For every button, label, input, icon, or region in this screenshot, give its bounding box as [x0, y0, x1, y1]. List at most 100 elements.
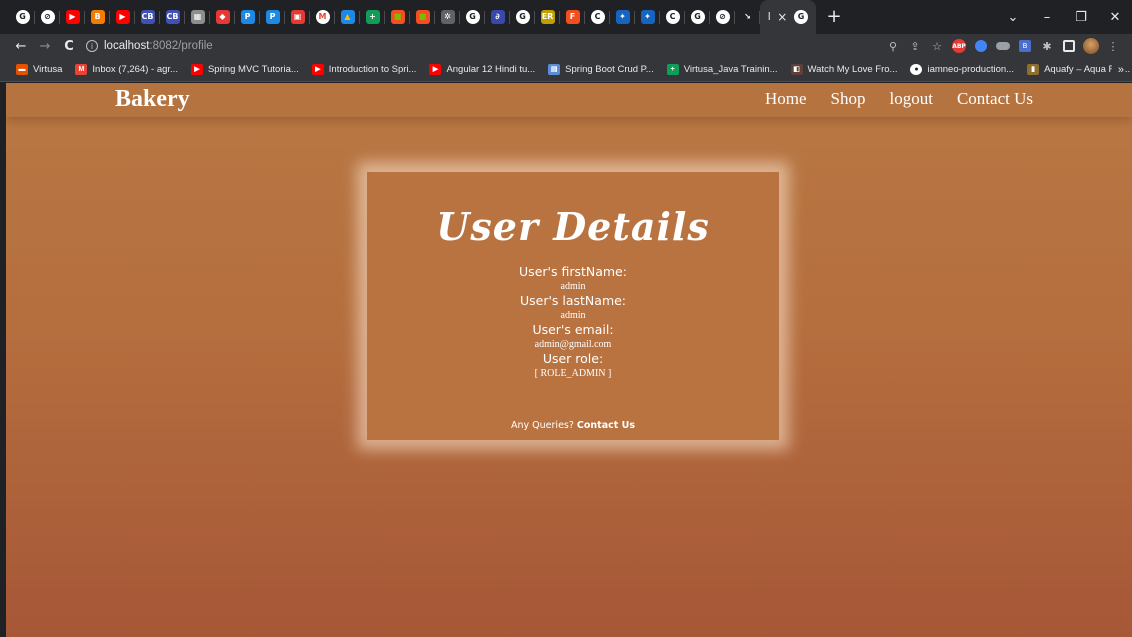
tab-favicon-icon: ▲	[340, 10, 355, 24]
browser-tab[interactable]: M	[310, 0, 335, 34]
tab-favicon-icon: P	[240, 10, 255, 24]
bookmark-item[interactable]: ▤ Spring Boot Crud P...	[548, 64, 654, 75]
bookmark-item[interactable]: ▬ Virtusa	[16, 64, 62, 75]
extension-eye-shape	[996, 42, 1010, 50]
browser-menu-icon[interactable]: ⋮	[1102, 38, 1124, 54]
browser-tab[interactable]: ■	[410, 0, 435, 34]
browser-tab[interactable]: ⊘	[35, 0, 60, 34]
browser-tab[interactable]: G	[685, 0, 710, 34]
nav-link-logout[interactable]: logout	[890, 89, 933, 109]
browser-tab[interactable]: CB	[160, 0, 185, 34]
bookmark-item[interactable]: ● iamneo-production...	[910, 64, 1014, 75]
bookmark-label: iamneo-production...	[927, 64, 1015, 75]
browser-tab[interactable]: ✦	[610, 0, 635, 34]
toolbar-right: ⚲ ⇪ ☆ ABP B ✱ ⋮	[882, 34, 1124, 58]
side-panel-icon[interactable]	[1058, 38, 1080, 54]
browser-tab[interactable]: ▣	[285, 0, 310, 34]
bookmark-item[interactable]: + Virtusa_Java Trainin...	[666, 64, 778, 75]
email-label: User's email:	[532, 322, 614, 337]
browser-tab[interactable]: G	[460, 0, 485, 34]
close-window-button[interactable]: ✕	[1098, 10, 1132, 25]
minimize-button[interactable]: –	[1030, 10, 1064, 25]
back-button[interactable]: ←	[10, 39, 32, 54]
bookmark-item[interactable]: ▶ Introduction to Spri...	[311, 64, 416, 75]
queries-line: Any Queries? Contact Us	[367, 420, 779, 431]
browser-tab[interactable]: ✦	[635, 0, 660, 34]
browser-toolbar: ← → C i localhost:8082/profile ⚲ ⇪ ☆ ABP…	[0, 34, 1132, 58]
restore-button[interactable]: ❐	[1064, 10, 1098, 25]
browser-tab[interactable]: B	[85, 0, 110, 34]
tab-favicon-icon: G	[515, 10, 530, 24]
browser-tab[interactable]: ▦	[185, 0, 210, 34]
url-path: :8082/profile	[149, 40, 213, 52]
browser-tab[interactable]: ↘	[735, 0, 760, 34]
url-text: localhost:8082/profile	[104, 40, 213, 52]
tab-favicon-icon: ↘	[740, 10, 755, 24]
reload-button[interactable]: C	[58, 39, 80, 54]
tab-favicon-icon: M	[315, 10, 330, 24]
browser-tab[interactable]: F	[560, 0, 585, 34]
nav-link-home[interactable]: Home	[765, 89, 807, 109]
browser-tab[interactable]: G	[10, 0, 35, 34]
role-label: User role:	[542, 351, 604, 366]
tab-favicon-icon: F	[565, 10, 580, 24]
browser-tab[interactable]: ER	[535, 0, 560, 34]
browser-tab[interactable]: ∂	[485, 0, 510, 34]
browser-tab[interactable]: P	[260, 0, 285, 34]
tab-favicon-icon: C	[665, 10, 680, 24]
browser-tab[interactable]: ▶	[110, 0, 135, 34]
share-icon[interactable]: ⇪	[904, 38, 926, 54]
bookmark-label: Angular 12 Hindi tu...	[446, 64, 536, 75]
active-tab[interactable]: l × G	[760, 0, 816, 34]
browser-tab[interactable]: ▶	[60, 0, 85, 34]
adblock-icon[interactable]: ABP	[948, 38, 970, 54]
tab-favicon-icon: ▶	[65, 10, 80, 24]
tab-favicon-icon: ■	[415, 10, 430, 24]
bookmark-item[interactable]: ▶ Angular 12 Hindi tu...	[429, 64, 535, 75]
tab-favicon-icon: ✦	[640, 10, 655, 24]
extension-google-icon[interactable]	[970, 38, 992, 54]
browser-tab[interactable]: C	[660, 0, 685, 34]
bookmark-item[interactable]: M Inbox (7,264) - agr...	[75, 64, 178, 75]
nav-link-shop[interactable]: Shop	[831, 89, 866, 109]
bookmark-item[interactable]: ◧ Watch My Love Fro...	[790, 64, 897, 75]
tab-favicon-icon: ▣	[290, 10, 305, 24]
browser-tab[interactable]: ⊘	[710, 0, 735, 34]
browser-tab[interactable]: P	[235, 0, 260, 34]
forward-button[interactable]: →	[34, 39, 56, 54]
browser-tab[interactable]: ■	[385, 0, 410, 34]
extension-b-icon[interactable]: B	[1014, 38, 1036, 54]
site-info-icon[interactable]: i	[86, 40, 98, 52]
active-tab-favicon-icon: G	[793, 10, 808, 24]
nav-link-contact-us[interactable]: Contact Us	[957, 89, 1033, 109]
contact-us-link[interactable]: Contact Us	[577, 420, 635, 431]
tab-search-icon[interactable]: ⌄	[996, 10, 1030, 25]
extensions-puzzle-icon[interactable]: ✱	[1036, 38, 1058, 54]
browser-tab[interactable]: +	[360, 0, 385, 34]
bookmark-item[interactable]: ▶ Spring MVC Tutoria...	[190, 64, 299, 75]
profile-avatar-image	[1083, 38, 1099, 54]
new-tab-button[interactable]: +	[822, 0, 846, 34]
zoom-icon[interactable]: ⚲	[882, 38, 904, 54]
bookmark-favicon-icon: +	[666, 64, 679, 75]
bookmark-label: Virtusa_Java Trainin...	[683, 64, 778, 75]
last-name-label: User's lastName:	[519, 293, 627, 308]
site-brand[interactable]: Bakery	[115, 86, 190, 113]
browser-tab[interactable]: ✲	[435, 0, 460, 34]
browser-tab[interactable]: ◆	[210, 0, 235, 34]
close-tab-icon[interactable]: ×	[777, 10, 787, 24]
extension-eye-icon[interactable]	[992, 38, 1014, 54]
site-nav-links: Home Shop logout Contact Us	[765, 89, 1033, 109]
tab-favicon-icon: B	[90, 10, 105, 24]
bookmark-favicon-icon: ▤	[548, 64, 561, 75]
address-bar[interactable]: i localhost:8082/profile	[86, 37, 806, 55]
browser-tab[interactable]: CB	[135, 0, 160, 34]
bookmark-favicon-icon: ◧	[790, 64, 803, 75]
bookmark-star-icon[interactable]: ☆	[926, 38, 948, 54]
browser-tab[interactable]: ▲	[335, 0, 360, 34]
bookmarks-overflow-icon[interactable]: »	[1111, 58, 1124, 81]
browser-tab[interactable]: G	[510, 0, 535, 34]
tab-favicon-icon: G	[15, 10, 30, 24]
profile-avatar[interactable]	[1080, 38, 1102, 54]
browser-tab[interactable]: C	[585, 0, 610, 34]
